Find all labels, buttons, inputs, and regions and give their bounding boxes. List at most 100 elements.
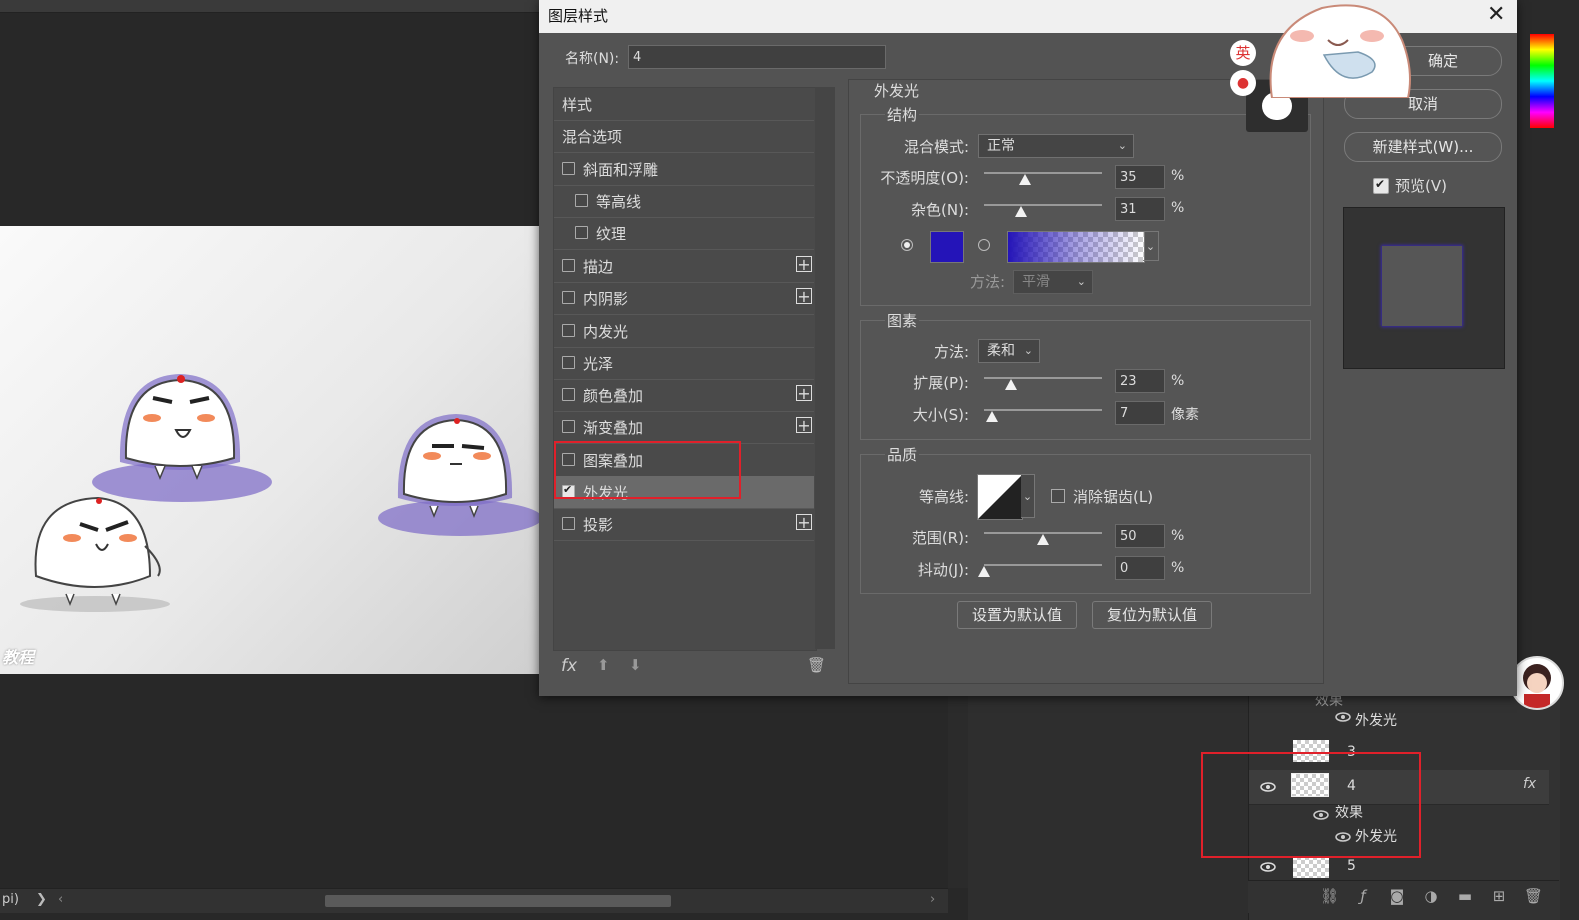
percent-unit: % [1171, 200, 1185, 216]
noise-label: 杂色(N): [911, 201, 969, 219]
move-up-icon[interactable]: ⬆ [597, 656, 610, 674]
user-avatar[interactable] [1510, 656, 1564, 710]
move-down-icon[interactable]: ⬇ [629, 656, 642, 674]
scroll-right-icon[interactable]: › [930, 892, 935, 907]
style-item-texture[interactable]: 纹理 [554, 217, 814, 250]
new-style-button[interactable]: 新建样式(W)... [1344, 132, 1502, 162]
technique-select[interactable]: 柔和 ⌄ [978, 339, 1040, 363]
checkbox[interactable] [575, 226, 588, 239]
ime-mascot-icon[interactable]: ● [1230, 70, 1256, 96]
adjustment-icon[interactable]: ◑ [1422, 887, 1440, 905]
chevron-down-icon[interactable]: ⌄ [1143, 231, 1159, 261]
trash-icon[interactable]: 🗑 [807, 656, 826, 674]
add-icon[interactable]: + [796, 288, 812, 305]
layer-thumbnail [1293, 856, 1329, 878]
slider-knob[interactable] [1005, 379, 1018, 390]
link-icon[interactable]: ⛓ [1320, 887, 1339, 905]
antialias-checkbox[interactable] [1051, 489, 1065, 503]
folder-icon[interactable]: ▬ [1456, 887, 1474, 905]
percent-unit: % [1171, 373, 1185, 389]
pixel-unit: 像素 [1171, 407, 1199, 423]
layer-name-input[interactable]: 4 [628, 45, 886, 69]
status-arrow-icon[interactable]: ❯ [36, 892, 47, 907]
blend-mode-label: 混合模式: [903, 138, 969, 156]
fx-menu-icon[interactable]: fx [561, 656, 577, 676]
checkbox[interactable] [562, 356, 575, 369]
preview-checkbox[interactable] [1373, 177, 1389, 194]
style-item-inner-glow[interactable]: 内发光 [554, 315, 814, 348]
size-slider[interactable] [984, 409, 1102, 422]
set-default-button[interactable]: 设置为默认值 [957, 601, 1077, 629]
reset-default-button[interactable]: 复位为默认值 [1092, 601, 1212, 629]
slider-knob[interactable] [1037, 534, 1049, 545]
gradient-radio[interactable] [978, 239, 990, 251]
checkbox[interactable] [562, 388, 575, 401]
blending-options-item[interactable]: 混合选项 [554, 120, 814, 153]
technique-label: 方法: [933, 343, 969, 361]
color-spectrum[interactable] [1530, 34, 1554, 128]
chevron-down-icon[interactable]: ⌄ [1021, 474, 1035, 518]
style-item-bevel[interactable]: 斜面和浮雕 [554, 153, 814, 186]
trash-icon[interactable]: 🗑 [1524, 887, 1543, 905]
slider-knob[interactable] [986, 411, 999, 422]
checkbox[interactable] [562, 420, 575, 433]
new-layer-icon[interactable]: ⊞ [1490, 887, 1508, 905]
checkbox[interactable] [562, 259, 575, 272]
range-slider[interactable] [984, 532, 1102, 545]
slider-knob[interactable] [1014, 206, 1027, 217]
contour-picker[interactable] [977, 474, 1023, 520]
checkbox[interactable] [562, 517, 575, 530]
solid-color-radio[interactable] [901, 239, 913, 251]
mask-icon[interactable]: ◙ [1388, 887, 1406, 905]
glow-gradient-swatch[interactable] [1007, 231, 1145, 263]
style-item-drop-shadow[interactable]: 投影 + [554, 508, 814, 541]
spread-slider[interactable] [984, 377, 1102, 390]
layer-effect-outer-glow-prev[interactable]: 外发光 [1355, 710, 1397, 730]
group-label: 品质 [885, 444, 920, 465]
range-input[interactable]: 50 [1115, 524, 1165, 548]
glow-color-swatch[interactable] [930, 231, 964, 263]
opacity-slider[interactable] [984, 172, 1102, 185]
jitter-label: 抖动(J): [917, 561, 969, 579]
chevron-down-icon: ⌄ [1117, 139, 1127, 152]
eye-icon[interactable] [1260, 862, 1276, 872]
jitter-input[interactable]: 0 [1115, 556, 1165, 580]
close-icon[interactable]: ✕ [1487, 2, 1505, 28]
add-icon[interactable]: + [796, 256, 812, 273]
checkbox[interactable] [562, 291, 575, 304]
style-item-gradient-overlay[interactable]: 渐变叠加 + [554, 411, 814, 444]
add-icon[interactable]: + [796, 417, 812, 434]
style-item-satin[interactable]: 光泽 [554, 347, 814, 380]
jitter-slider[interactable] [978, 564, 1102, 577]
noise-slider[interactable] [984, 204, 1102, 217]
blend-mode-select[interactable]: 正常 ⌄ [978, 134, 1134, 158]
slider-knob[interactable] [978, 566, 990, 577]
checkbox[interactable] [562, 324, 575, 337]
add-fx-icon[interactable]: ƒ [1354, 887, 1372, 905]
spread-input[interactable]: 23 [1115, 369, 1165, 393]
fx-icon[interactable]: fx [1523, 776, 1536, 792]
document-canvas[interactable]: 教程 [0, 226, 540, 674]
add-icon[interactable]: + [796, 385, 812, 402]
checkbox[interactable] [575, 194, 588, 207]
checkbox[interactable] [562, 162, 575, 175]
add-icon[interactable]: + [796, 514, 812, 531]
ime-language-badge[interactable]: 英 [1230, 40, 1256, 66]
horizontal-scrollbar[interactable] [325, 895, 671, 907]
vertical-scrollbar[interactable] [948, 690, 968, 888]
style-header[interactable]: 样式 [554, 88, 814, 121]
size-input[interactable]: 7 [1115, 401, 1165, 425]
style-item-stroke[interactable]: 描边 + [554, 250, 814, 283]
scroll-left-icon[interactable]: ‹ [58, 892, 63, 907]
style-list-scrollbar[interactable] [815, 87, 835, 649]
slider-knob[interactable] [1019, 174, 1032, 185]
eye-icon[interactable] [1335, 712, 1351, 722]
zoom-readout: pi) [2, 892, 19, 907]
noise-input[interactable]: 31 [1115, 197, 1165, 221]
spread-label: 扩展(P): [913, 374, 969, 392]
style-item-contour[interactable]: 等高线 [554, 185, 814, 218]
method-select[interactable]: 平滑 ⌄ [1013, 270, 1093, 294]
style-item-color-overlay[interactable]: 颜色叠加 + [554, 379, 814, 412]
style-item-inner-shadow[interactable]: 内阴影 + [554, 282, 814, 315]
opacity-input[interactable]: 35 [1115, 165, 1165, 189]
